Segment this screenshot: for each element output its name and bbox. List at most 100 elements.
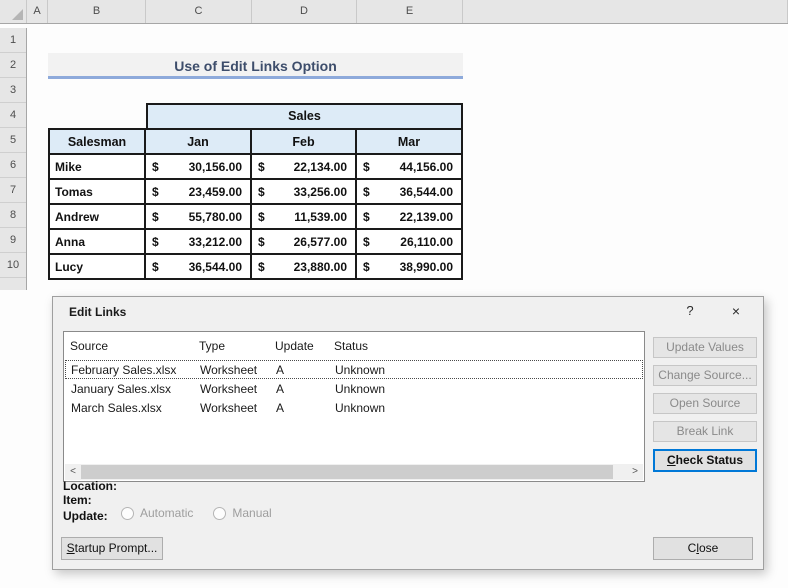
manual-radio-label: Manual bbox=[232, 506, 271, 520]
column-update: Update bbox=[275, 339, 314, 353]
link-update: A bbox=[276, 401, 284, 415]
currency-symbol: $ bbox=[152, 210, 159, 224]
row-header-4[interactable]: 4 bbox=[0, 103, 26, 128]
close-button[interactable]: Close bbox=[653, 537, 753, 560]
break-link-button[interactable]: Break Link bbox=[653, 421, 757, 442]
link-source: January Sales.xlsx bbox=[71, 382, 171, 396]
table-row-name-cell[interactable]: Tomas bbox=[50, 180, 144, 203]
table-row-feb-cell[interactable]: $26,577.00 bbox=[252, 230, 355, 253]
header-cell-mar[interactable]: Mar bbox=[357, 130, 461, 153]
link-update: A bbox=[276, 363, 284, 377]
link-status: Unknown bbox=[335, 401, 385, 415]
currency-symbol: $ bbox=[258, 235, 265, 249]
column-header-band: A B C D E bbox=[0, 0, 788, 24]
header-cell-feb[interactable]: Feb bbox=[252, 130, 355, 153]
link-type: Worksheet bbox=[200, 382, 257, 396]
currency-symbol: $ bbox=[363, 185, 370, 199]
startup-prompt-button[interactable]: Startup Prompt... bbox=[61, 537, 163, 560]
table-row-mar-cell[interactable]: $44,156.00 bbox=[357, 155, 461, 178]
check-status-button[interactable]: Check Status bbox=[653, 449, 757, 472]
link-type: Worksheet bbox=[200, 401, 257, 415]
currency-symbol: $ bbox=[363, 210, 370, 224]
currency-symbol: $ bbox=[363, 260, 370, 274]
row-header-5[interactable]: 5 bbox=[0, 128, 26, 153]
link-status: Unknown bbox=[335, 382, 385, 396]
header-cell-salesman[interactable]: Salesman bbox=[50, 130, 144, 153]
table-row-name-cell[interactable]: Mike bbox=[50, 155, 144, 178]
table-row-feb-cell[interactable]: $33,256.00 bbox=[252, 180, 355, 203]
automatic-radio[interactable] bbox=[121, 507, 134, 520]
amount: 36,544.00 bbox=[189, 260, 242, 274]
table-row-jan-cell[interactable]: $33,212.00 bbox=[146, 230, 250, 253]
link-row-february[interactable]: February Sales.xlsx Worksheet A Unknown bbox=[65, 360, 643, 379]
header-cell-jan[interactable]: Jan bbox=[146, 130, 250, 153]
row-header-9[interactable]: 9 bbox=[0, 228, 26, 253]
link-type: Worksheet bbox=[200, 363, 257, 377]
row-header-6[interactable]: 6 bbox=[0, 153, 26, 178]
column-header-b[interactable]: B bbox=[48, 0, 146, 23]
column-header-c[interactable]: C bbox=[146, 0, 252, 23]
column-header-d[interactable]: D bbox=[252, 0, 357, 23]
row-header-8[interactable]: 8 bbox=[0, 203, 26, 228]
table-row-jan-cell[interactable]: $55,780.00 bbox=[146, 205, 250, 228]
dialog-title: Edit Links bbox=[69, 305, 126, 319]
edit-links-dialog: Edit Links ? × Source Type Update Status… bbox=[52, 296, 764, 570]
row-header-10[interactable]: 10 bbox=[0, 253, 26, 278]
table-row-mar-cell[interactable]: $26,110.00 bbox=[357, 230, 461, 253]
amount: 55,780.00 bbox=[189, 210, 242, 224]
row-header-2[interactable]: 2 bbox=[0, 53, 26, 78]
amount: 11,539.00 bbox=[294, 210, 347, 224]
select-all-corner[interactable] bbox=[0, 0, 27, 23]
change-source-button[interactable]: Change Source... bbox=[653, 365, 757, 386]
sheet-title-cell[interactable]: Use of Edit Links Option bbox=[48, 53, 463, 79]
close-icon[interactable]: × bbox=[725, 302, 747, 320]
select-all-triangle-icon bbox=[12, 9, 23, 20]
scrollbar-thumb[interactable] bbox=[81, 465, 613, 479]
table-row-feb-cell[interactable]: $11,539.00 bbox=[252, 205, 355, 228]
table-row-jan-cell[interactable]: $30,156.00 bbox=[146, 155, 250, 178]
column-header-e[interactable]: E bbox=[357, 0, 463, 23]
help-icon[interactable]: ? bbox=[679, 302, 701, 320]
table-row-feb-cell[interactable]: $23,880.00 bbox=[252, 255, 355, 278]
amount: 33,212.00 bbox=[189, 235, 242, 249]
scroll-right-icon[interactable]: > bbox=[627, 464, 643, 480]
amount: 36,544.00 bbox=[400, 185, 453, 199]
amount: 44,156.00 bbox=[400, 160, 453, 174]
table-row-name-cell[interactable]: Anna bbox=[50, 230, 144, 253]
amount: 22,139.00 bbox=[400, 210, 453, 224]
table-row-mar-cell[interactable]: $38,990.00 bbox=[357, 255, 461, 278]
table-row-name-cell[interactable]: Lucy bbox=[50, 255, 144, 278]
excel-window: A B C D E 1 2 3 4 5 6 7 8 9 10 Use of Ed… bbox=[0, 0, 788, 588]
item-label: Item: bbox=[63, 493, 92, 507]
table-row-mar-cell[interactable]: $22,139.00 bbox=[357, 205, 461, 228]
amount: 26,110.00 bbox=[400, 235, 453, 249]
row-header-1[interactable]: 1 bbox=[0, 28, 26, 53]
open-source-button[interactable]: Open Source bbox=[653, 393, 757, 414]
table-row-jan-cell[interactable]: $36,544.00 bbox=[146, 255, 250, 278]
scroll-left-icon[interactable]: < bbox=[65, 464, 81, 480]
table-row-jan-cell[interactable]: $23,459.00 bbox=[146, 180, 250, 203]
table-row-mar-cell[interactable]: $36,544.00 bbox=[357, 180, 461, 203]
currency-symbol: $ bbox=[258, 185, 265, 199]
amount: 38,990.00 bbox=[400, 260, 453, 274]
currency-symbol: $ bbox=[258, 160, 265, 174]
link-source: February Sales.xlsx bbox=[71, 363, 176, 377]
horizontal-scrollbar[interactable]: < > bbox=[65, 464, 643, 480]
table-row-feb-cell[interactable]: $22,134.00 bbox=[252, 155, 355, 178]
amount: 23,459.00 bbox=[189, 185, 242, 199]
column-type: Type bbox=[199, 339, 225, 353]
row-header-3[interactable]: 3 bbox=[0, 78, 26, 103]
column-header-a[interactable]: A bbox=[27, 0, 48, 23]
currency-symbol: $ bbox=[258, 210, 265, 224]
column-source: Source bbox=[70, 339, 108, 353]
column-status: Status bbox=[334, 339, 368, 353]
link-row-january[interactable]: January Sales.xlsx Worksheet A Unknown bbox=[65, 379, 643, 398]
row-header-band: 1 2 3 4 5 6 7 8 9 10 bbox=[0, 28, 27, 290]
update-values-button[interactable]: Update Values bbox=[653, 337, 757, 358]
table-row-name-cell[interactable]: Andrew bbox=[50, 205, 144, 228]
row-header-7[interactable]: 7 bbox=[0, 178, 26, 203]
sales-group-header-cell[interactable]: Sales bbox=[146, 103, 463, 130]
link-row-march[interactable]: March Sales.xlsx Worksheet A Unknown bbox=[65, 398, 643, 417]
manual-radio[interactable] bbox=[213, 507, 226, 520]
automatic-radio-label: Automatic bbox=[140, 506, 193, 520]
